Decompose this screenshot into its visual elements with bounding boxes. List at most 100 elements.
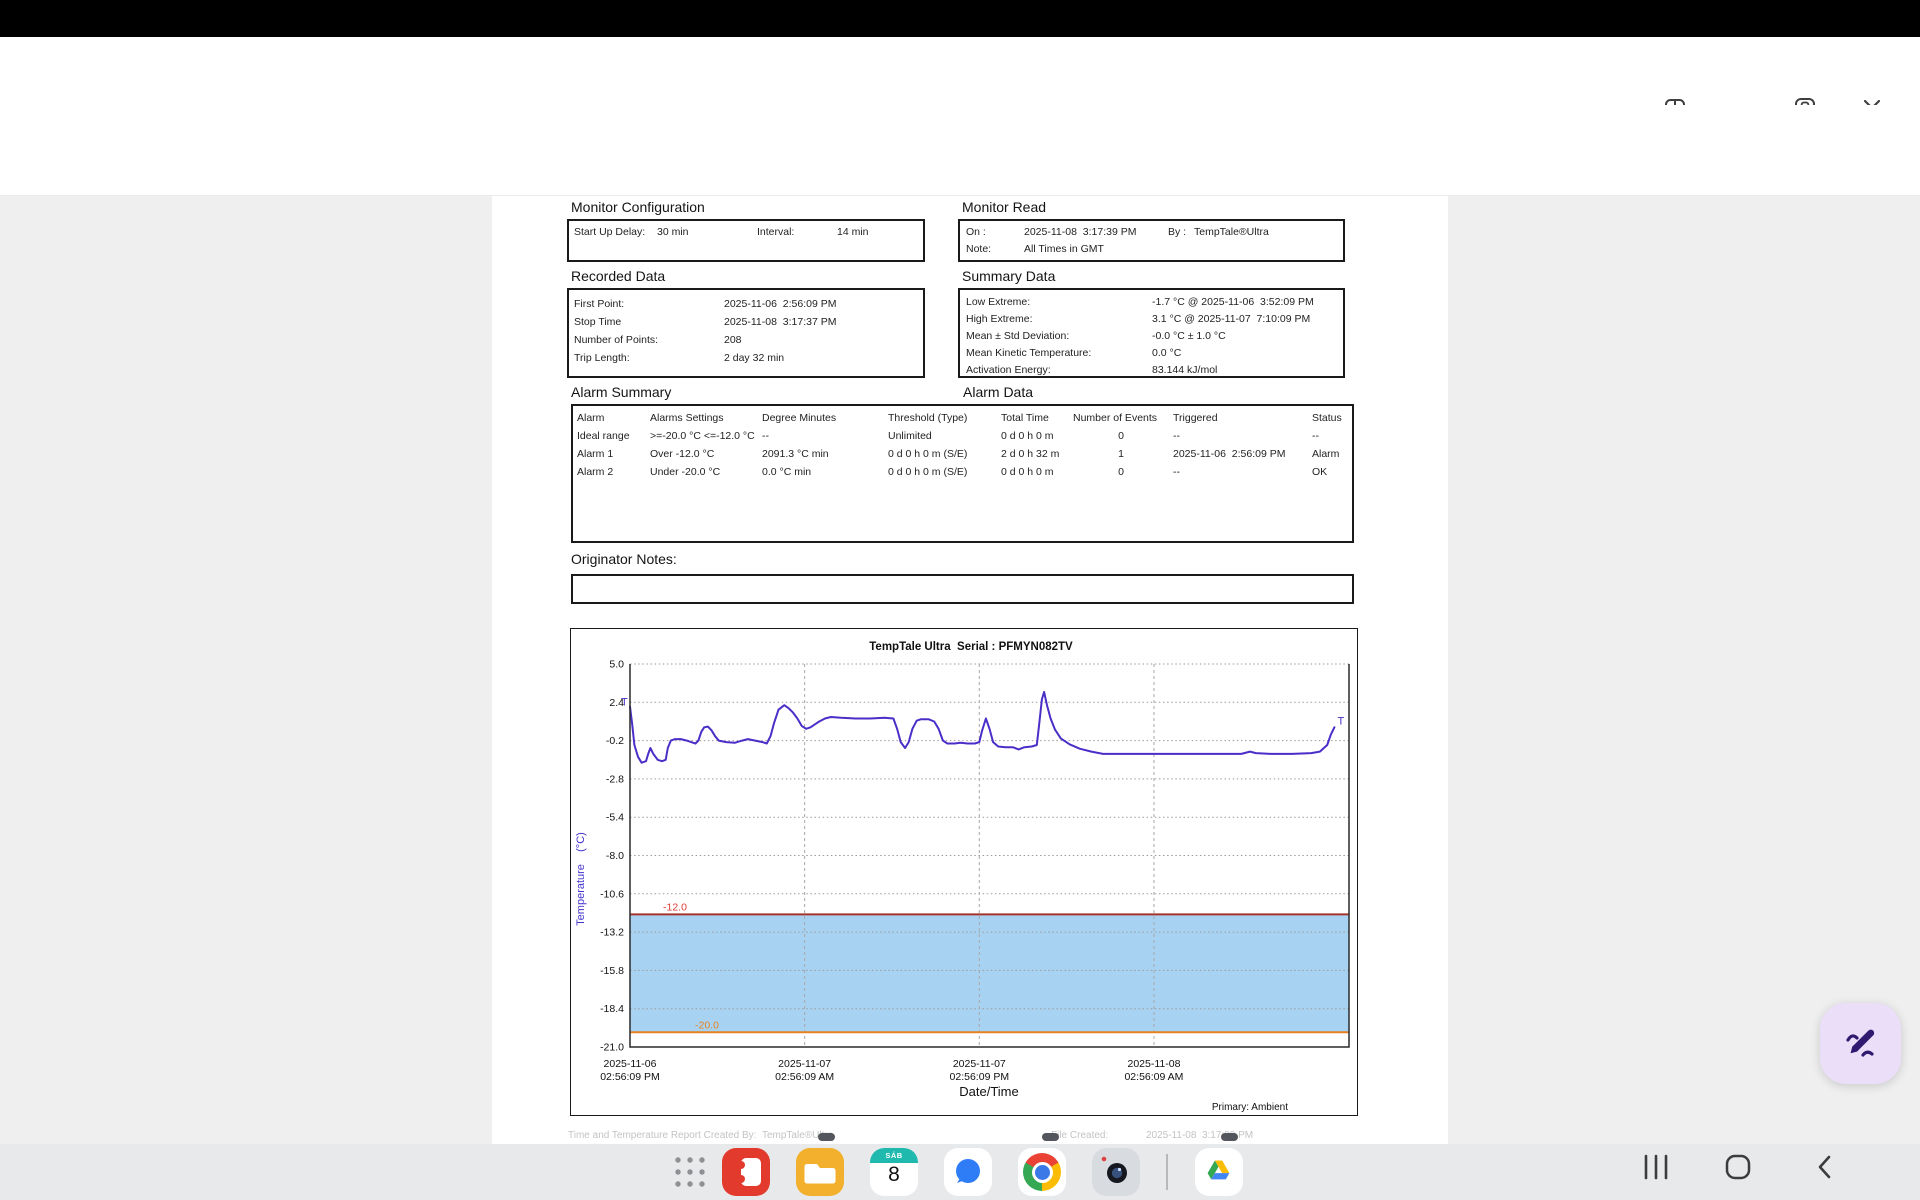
- temperature-chart-svg: -12.0-20.0TT5.02.4-0.2-2.8-5.4-8.0-10.6-…: [575, 641, 1350, 1113]
- temperature-chart: -12.0 -20.0 T T 5.0 2.4 -0.2 -2.8 -5.4 -8.0 -10.6-…: [570, 628, 1358, 1116]
- alarm-cell: Alarm: [1312, 448, 1340, 460]
- field-label: Trip Length:: [574, 352, 630, 364]
- alarm-cell: 0 d 0 h 0 m (S/E): [888, 448, 968, 460]
- status-bar: [0, 0, 1920, 37]
- calendar-icon[interactable]: SÁB 8: [870, 1148, 918, 1196]
- alarm-cell: Under -20.0 °C: [650, 466, 721, 478]
- alarm-col-header: Alarm: [577, 412, 605, 424]
- field-label: Note:: [966, 243, 992, 255]
- alarm-cell: 0 d 0 h 0 m (S/E): [888, 466, 968, 478]
- y-tick-label: -8.0: [606, 850, 624, 862]
- alarm-col-header: Threshold (Type): [888, 412, 968, 424]
- x-tick-date: 2025-11-07: [953, 1058, 1006, 1070]
- overlay-pill: [1042, 1133, 1059, 1141]
- field-value: 0.0 °C: [1152, 347, 1182, 359]
- field-label: Activation Energy:: [966, 364, 1051, 376]
- section-title-summary-data: Summary Data: [962, 268, 1056, 284]
- alarm-cell: 2091.3 °C min: [762, 448, 829, 460]
- x-tick-time: 02:56:09 PM: [950, 1071, 1010, 1083]
- field-value: 2025-11-08 3:17:37 PM: [724, 316, 837, 328]
- chart-footnote: Primary: Ambient: [1212, 1102, 1288, 1113]
- y-tick-label: -10.6: [600, 888, 624, 900]
- notes-app-icon[interactable]: [722, 1148, 770, 1196]
- y-axis-title: Temperature (°C): [575, 832, 587, 926]
- alarm-col-header: Total Time: [1001, 412, 1049, 424]
- section-title-alarm-data: Alarm Data: [963, 384, 1034, 400]
- calendar-day-number: 8: [888, 1163, 900, 1186]
- alarm-cell: 0: [1118, 430, 1124, 442]
- y-tick-label: -0.2: [606, 735, 624, 747]
- alarm-cell: >=-20.0 °C <=-12.0 °C: [650, 430, 755, 442]
- overlay-pill: [818, 1133, 835, 1141]
- originator-notes-box: [571, 574, 1354, 604]
- app-header: PFMYN082TV_0.pdf: [0, 105, 1920, 268]
- field-label: By :: [1168, 226, 1187, 238]
- my-files-icon[interactable]: [796, 1148, 844, 1196]
- section-title-originator-notes: Originator Notes:: [571, 551, 677, 567]
- x-tick-time: 02:56:09 PM: [600, 1071, 660, 1083]
- alarm-cell: 2 d 0 h 32 m: [1001, 448, 1060, 460]
- x-tick-time: 02:56:09 AM: [1124, 1071, 1183, 1083]
- x-tick-time: 02:56:09 AM: [775, 1071, 834, 1083]
- alarm-cell: Unlimited: [888, 430, 932, 442]
- y-tick-label: 2.4: [609, 697, 624, 709]
- field-value: 208: [724, 334, 742, 346]
- x-tick-date: 2025-11-08: [1127, 1058, 1180, 1070]
- y-tick-label: -21.0: [600, 1042, 624, 1054]
- chrome-icon[interactable]: [1018, 1148, 1066, 1196]
- field-value: 14 min: [837, 226, 869, 238]
- alarm-cell: Over -12.0 °C: [650, 448, 715, 460]
- field-value: 3.1 °C @ 2025-11-07 7:10:09 PM: [1152, 313, 1311, 325]
- recent-apps-icon[interactable]: [1642, 1153, 1670, 1181]
- section-title-recorded-data: Recorded Data: [571, 268, 666, 284]
- pen-annotate-icon: [1845, 1029, 1874, 1057]
- overlay-pill: [1221, 1133, 1238, 1141]
- calendar-day-label: SÁB: [870, 1148, 918, 1163]
- alarm-cell: 1: [1118, 448, 1124, 460]
- threshold-label: -12.0: [663, 901, 687, 913]
- home-icon[interactable]: [1724, 1153, 1752, 1181]
- field-label: Stop Time: [574, 316, 622, 328]
- recorded-data-box: First Point: 2025-11-06 2:56:09 PM Stop …: [567, 288, 925, 378]
- annotate-fab[interactable]: [1820, 1003, 1901, 1084]
- alarm-col-header: Number of Events: [1073, 412, 1158, 424]
- monitor-read-box: On : 2025-11-08 3:17:39 PM By : TempTale…: [958, 219, 1345, 262]
- pdf-viewer-canvas[interactable]: Monitor Configuration Start Up Delay: 30…: [0, 196, 1920, 1200]
- alarm-cell: 2025-11-06 2:56:09 PM: [1173, 448, 1286, 460]
- back-nav-icon[interactable]: [1812, 1154, 1838, 1180]
- window-title-bar: [0, 37, 1920, 118]
- alarm-cell: 0.0 °C min: [762, 466, 812, 478]
- alarm-cell: --: [1312, 430, 1319, 442]
- end-marker: T: [1337, 715, 1344, 727]
- field-label: Interval:: [757, 226, 795, 238]
- section-title-monitor-read: Monitor Read: [962, 199, 1047, 215]
- report-footer-text: Time and Temperature Report Created By: …: [568, 1130, 834, 1141]
- alarm-cell: 0 d 0 h 0 m: [1001, 466, 1054, 478]
- app-drawer-icon[interactable]: [670, 1152, 710, 1192]
- x-tick-date: 2025-11-06: [604, 1058, 657, 1070]
- field-label: Start Up Delay:: [574, 226, 646, 238]
- messages-icon[interactable]: [944, 1148, 992, 1196]
- monitor-configuration-box: Start Up Delay: 30 min Interval: 14 min: [567, 219, 925, 262]
- alarm-cell: --: [1173, 466, 1180, 478]
- field-value: 2 day 32 min: [724, 352, 785, 364]
- google-drive-icon[interactable]: [1195, 1148, 1243, 1196]
- field-value: 83.144 kJ/mol: [1152, 364, 1218, 376]
- field-value: 2025-11-06 2:56:09 PM: [724, 298, 837, 310]
- x-tick-date: 2025-11-07: [778, 1058, 831, 1070]
- alarm-col-header: Triggered: [1173, 412, 1218, 424]
- field-label: First Point:: [574, 298, 625, 310]
- alarm-cell: Alarm 1: [577, 448, 614, 460]
- pdf-page: Monitor Configuration Start Up Delay: 30…: [492, 196, 1448, 1200]
- alarm-col-header: Status: [1312, 412, 1342, 424]
- field-value: -1.7 °C @ 2025-11-06 3:52:09 PM: [1152, 296, 1314, 308]
- field-label: Mean Kinetic Temperature:: [966, 347, 1092, 359]
- field-label: High Extreme:: [966, 313, 1033, 325]
- x-axis-title: Date/Time: [959, 1084, 1018, 1099]
- camera-icon[interactable]: [1092, 1148, 1140, 1196]
- taskbar-divider: [1166, 1154, 1168, 1190]
- section-title-monitor-configuration: Monitor Configuration: [571, 199, 705, 215]
- section-title-alarm-summary: Alarm Summary: [571, 384, 672, 400]
- summary-data-box: Low Extreme: -1.7 °C @ 2025-11-06 3:52:0…: [958, 288, 1345, 378]
- field-value: -0.0 °C ± 1.0 °C: [1152, 330, 1226, 342]
